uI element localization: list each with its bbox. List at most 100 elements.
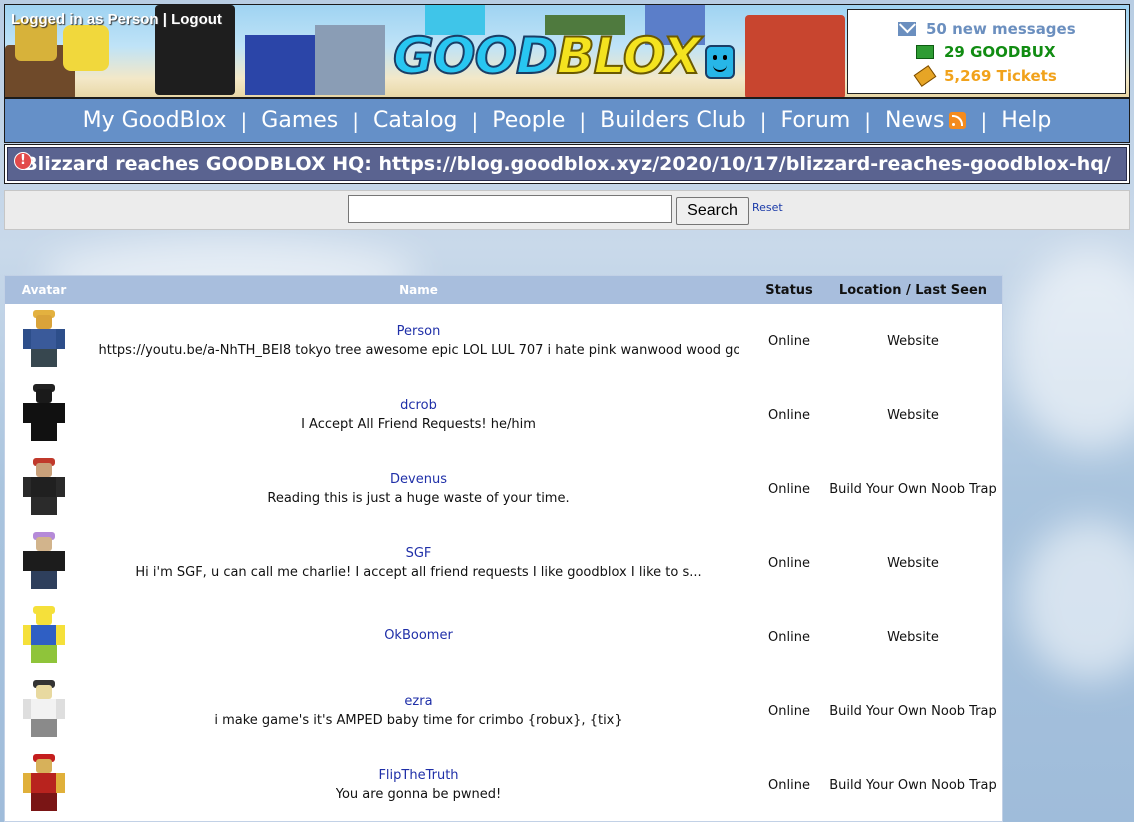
header-avatar: Avatar xyxy=(21,283,67,297)
table-row[interactable]: FlipTheTruth You are gonna be pwned! Onl… xyxy=(5,748,1002,821)
avatar[interactable] xyxy=(22,606,66,665)
location-cell: Build Your Own Noob Trap xyxy=(829,777,997,793)
nav-builders-club[interactable]: Builders Club xyxy=(600,108,746,133)
status-cell: Online xyxy=(768,555,810,571)
user-blurb: https://youtu.be/a-NhTH_BEI8 tokyo tree … xyxy=(98,343,739,358)
messages-count: 50 new messages xyxy=(926,20,1076,38)
location-cell: Website xyxy=(887,407,939,423)
avatar-torso xyxy=(31,699,57,719)
tickets-amount: 5,269 Tickets xyxy=(944,67,1057,85)
header-location: Location / Last Seen xyxy=(838,282,988,298)
banner-decoration xyxy=(315,25,385,95)
status-cell: Online xyxy=(768,629,810,645)
nav-separator: | xyxy=(240,108,248,133)
user-name-link[interactable]: Person xyxy=(397,324,441,339)
nav-people[interactable]: People xyxy=(492,108,565,133)
money-icon xyxy=(916,45,934,59)
avatar-cell xyxy=(5,680,83,739)
nav-my-goodblox[interactable]: My GoodBlox xyxy=(83,108,227,133)
nav-catalog[interactable]: Catalog xyxy=(373,108,458,133)
tickets-balance[interactable]: 5,269 Tickets xyxy=(913,65,1057,87)
avatar[interactable] xyxy=(22,532,66,591)
avatar-head xyxy=(36,611,52,625)
table-row[interactable]: Devenus Reading this is just a huge wast… xyxy=(5,452,1002,526)
nav-separator: | xyxy=(471,108,479,133)
nav-help[interactable]: Help xyxy=(1001,108,1051,133)
table-row[interactable]: Person https://youtu.be/a-NhTH_BEI8 toky… xyxy=(5,304,1002,378)
user-name-link[interactable]: ezra xyxy=(404,694,432,709)
name-cell: OkBoomer xyxy=(83,628,754,647)
alert-banner: ! Blizzard reaches GOODBLOX HQ: https://… xyxy=(7,147,1127,181)
avatar[interactable] xyxy=(22,754,66,813)
avatar-arm xyxy=(56,625,65,645)
table-body: Person https://youtu.be/a-NhTH_BEI8 toky… xyxy=(5,304,1002,821)
alert-text[interactable]: Blizzard reaches GOODBLOX HQ: https://bl… xyxy=(23,153,1111,175)
cloud xyxy=(1010,250,1134,450)
avatar[interactable] xyxy=(22,458,66,517)
status-cell: Online xyxy=(768,333,810,349)
user-name-link[interactable]: dcrob xyxy=(400,398,437,413)
avatar-cell xyxy=(5,458,83,517)
name-cell: SGF Hi i'm SGF, u can call me charlie! I… xyxy=(83,546,754,580)
name-cell: Devenus Reading this is just a huge wast… xyxy=(83,472,754,506)
ticket-icon xyxy=(913,65,937,87)
table-row[interactable]: OkBoomer Online Website xyxy=(5,600,1002,674)
user-blurb: Reading this is just a huge waste of you… xyxy=(267,491,570,506)
avatar-legs xyxy=(31,423,57,441)
location-cell: Website xyxy=(887,333,939,349)
nav-games[interactable]: Games xyxy=(261,108,338,133)
user-name-link[interactable]: OkBoomer xyxy=(384,628,453,643)
main-nav: My GoodBlox | Games | Catalog | People |… xyxy=(4,98,1130,143)
reset-link[interactable]: Reset xyxy=(752,201,783,214)
user-blurb: You are gonna be pwned! xyxy=(335,787,502,802)
table-row[interactable]: ezra i make game's it's AMPED baby time … xyxy=(5,674,1002,748)
nav-forum[interactable]: Forum xyxy=(781,108,851,133)
goodbux-balance[interactable]: 29 GOODBUX xyxy=(916,43,1056,61)
rss-icon[interactable] xyxy=(949,112,967,129)
avatar-arm xyxy=(56,699,65,719)
messages-link[interactable]: 50 new messages xyxy=(898,20,1076,38)
login-separator: | xyxy=(162,11,167,28)
avatar[interactable] xyxy=(22,310,66,369)
alert-icon: ! xyxy=(14,152,32,170)
avatar-torso xyxy=(31,551,57,571)
people-table: Avatar Name Status Location / Last Seen … xyxy=(4,275,1003,822)
nav-separator: | xyxy=(579,108,587,133)
avatar[interactable] xyxy=(22,680,66,739)
user-blurb: Hi i'm SGF, u can call me charlie! I acc… xyxy=(135,565,702,580)
user-name-link[interactable]: SGF xyxy=(406,546,432,561)
avatar-head xyxy=(36,315,52,329)
location-cell: Website xyxy=(887,629,939,645)
avatar-head xyxy=(36,759,52,773)
name-cell: ezra i make game's it's AMPED baby time … xyxy=(83,694,754,728)
people-search-bar: Search Reset xyxy=(4,190,1130,230)
user-name-link[interactable]: FlipTheTruth xyxy=(378,768,458,783)
avatar-head xyxy=(36,685,52,699)
search-button[interactable]: Search xyxy=(676,197,749,225)
avatar-torso xyxy=(31,403,57,423)
status-cell: Online xyxy=(768,777,810,793)
banner-decoration xyxy=(745,15,845,97)
nav-news[interactable]: News xyxy=(885,108,944,133)
avatar[interactable] xyxy=(22,384,66,443)
user-blurb: I Accept All Friend Requests! he/him xyxy=(301,417,536,432)
avatar-head xyxy=(36,537,52,551)
name-cell: dcrob I Accept All Friend Requests! he/h… xyxy=(83,398,754,432)
goodblox-logo[interactable]: GOODBLOX xyxy=(392,26,702,86)
avatar-head xyxy=(36,389,52,403)
table-row[interactable]: dcrob I Accept All Friend Requests! he/h… xyxy=(5,378,1002,452)
avatar-torso xyxy=(31,773,57,793)
user-name-link[interactable]: Devenus xyxy=(390,472,447,487)
logo-blox-text: BLOX xyxy=(556,26,702,86)
avatar-arm xyxy=(56,477,65,497)
table-row[interactable]: SGF Hi i'm SGF, u can call me charlie! I… xyxy=(5,526,1002,600)
avatar-cell xyxy=(5,606,83,665)
status-cell: Online xyxy=(768,481,810,497)
account-status-box: 50 new messages 29 GOODBUX 5,269 Tickets xyxy=(847,9,1126,94)
search-input[interactable] xyxy=(348,195,672,223)
location-cell: Website xyxy=(887,555,939,571)
logout-link[interactable]: Logout xyxy=(171,11,222,28)
banner-decoration xyxy=(245,35,315,95)
avatar-cell xyxy=(5,754,83,813)
avatar-arm xyxy=(56,551,65,571)
